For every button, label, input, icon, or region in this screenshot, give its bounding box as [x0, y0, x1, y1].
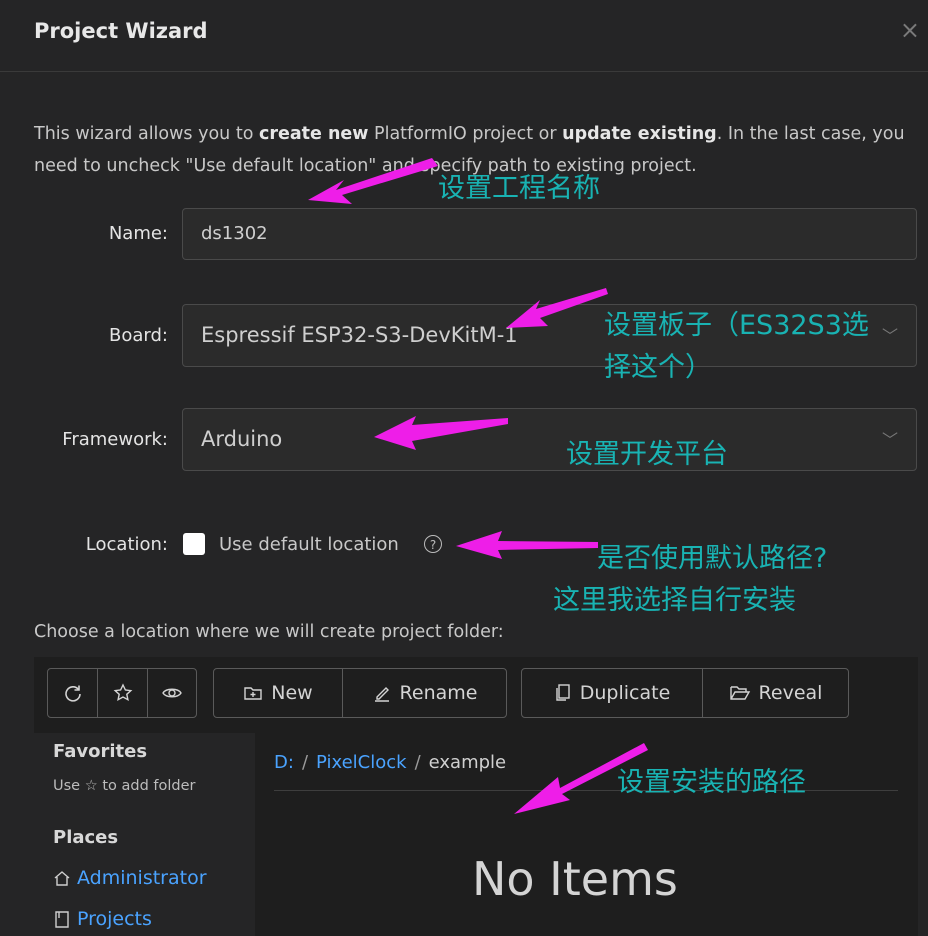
dialog-title: Project Wizard: [34, 19, 208, 43]
new-button-label: New: [271, 682, 313, 704]
annotation-framework: 设置开发平台: [566, 439, 728, 470]
name-label: Name:: [108, 223, 168, 244]
file-toolbar: Duplicate Reveal: [521, 668, 849, 718]
name-input[interactable]: ds1302: [182, 208, 917, 260]
star-icon: ☆: [84, 778, 98, 794]
place-projects[interactable]: Projects: [53, 908, 152, 930]
annotation-location-line2: 这里我选择自行安装: [553, 585, 796, 616]
home-icon: [54, 871, 70, 886]
refresh-icon: [64, 685, 81, 702]
use-default-location-label[interactable]: Use default location: [219, 534, 399, 555]
board-select-value: Espressif ESP32-S3-DevKitM-1: [201, 323, 518, 347]
use-default-location-checkbox[interactable]: [183, 533, 205, 555]
eye-icon: [162, 688, 182, 698]
duplicate-button-label: Duplicate: [579, 682, 671, 704]
edit-toolbar: New Rename: [213, 668, 507, 718]
chevron-down-icon: ﹀: [881, 326, 898, 345]
show-hidden-button[interactable]: [146, 669, 196, 717]
favorites-hint: Use ☆ to add folder: [53, 778, 196, 794]
favorite-button[interactable]: [97, 669, 146, 717]
rename-button-label: Rename: [399, 682, 478, 704]
refresh-button[interactable]: [48, 669, 97, 717]
place-administrator[interactable]: Administrator: [53, 867, 207, 889]
empty-state-text: No Items: [472, 852, 678, 906]
board-label: Board:: [109, 325, 168, 346]
copy-icon: [556, 684, 570, 701]
breadcrumb-current: example: [428, 752, 507, 773]
annotation-board-line1: 设置板子（ES32S3选: [604, 310, 869, 341]
new-folder-icon: [244, 687, 262, 700]
arrow-location: [456, 531, 598, 559]
new-folder-button[interactable]: New: [214, 669, 342, 717]
browser-sidebar: Favorites Use ☆ to add folder Places Adm…: [34, 733, 255, 936]
breadcrumb-drive[interactable]: D:: [274, 752, 294, 773]
annotation-path: 设置安装的路径: [617, 767, 806, 798]
reveal-button-label: Reveal: [758, 682, 823, 704]
places-heading: Places: [53, 827, 119, 848]
close-icon[interactable]: ×: [900, 16, 920, 44]
rename-button[interactable]: Rename: [342, 669, 506, 717]
choose-location-text: Choose a location where we will create p…: [34, 622, 504, 642]
bookmark-icon: [55, 911, 69, 928]
favorites-heading: Favorites: [53, 741, 148, 762]
framework-select-value: Arduino: [201, 427, 283, 451]
breadcrumb-separator: /: [414, 752, 421, 773]
view-toolbar: [47, 668, 197, 718]
folder-open-icon: [729, 686, 750, 700]
help-icon[interactable]: ?: [424, 535, 442, 553]
annotation-name: 设置工程名称: [438, 173, 600, 204]
breadcrumb: D: / PixelClock / example: [274, 752, 506, 773]
reveal-button[interactable]: Reveal: [702, 669, 848, 717]
breadcrumb-separator: /: [301, 752, 309, 773]
breadcrumb-pixelclock[interactable]: PixelClock: [316, 752, 407, 773]
name-input-value: ds1302: [201, 223, 268, 244]
dialog-titlebar: Project Wizard ×: [0, 0, 928, 72]
annotation-board-line2: 择这个）: [604, 352, 712, 383]
star-icon: [113, 683, 132, 702]
duplicate-button[interactable]: Duplicate: [522, 669, 702, 717]
framework-select[interactable]: Arduino ﹀: [182, 408, 917, 471]
framework-label: Framework:: [62, 429, 168, 450]
location-label: Location:: [85, 534, 168, 555]
pencil-icon: [374, 687, 389, 702]
chevron-down-icon: ﹀: [881, 430, 898, 449]
annotation-location-line1: 是否使用默认路径?: [597, 543, 828, 574]
